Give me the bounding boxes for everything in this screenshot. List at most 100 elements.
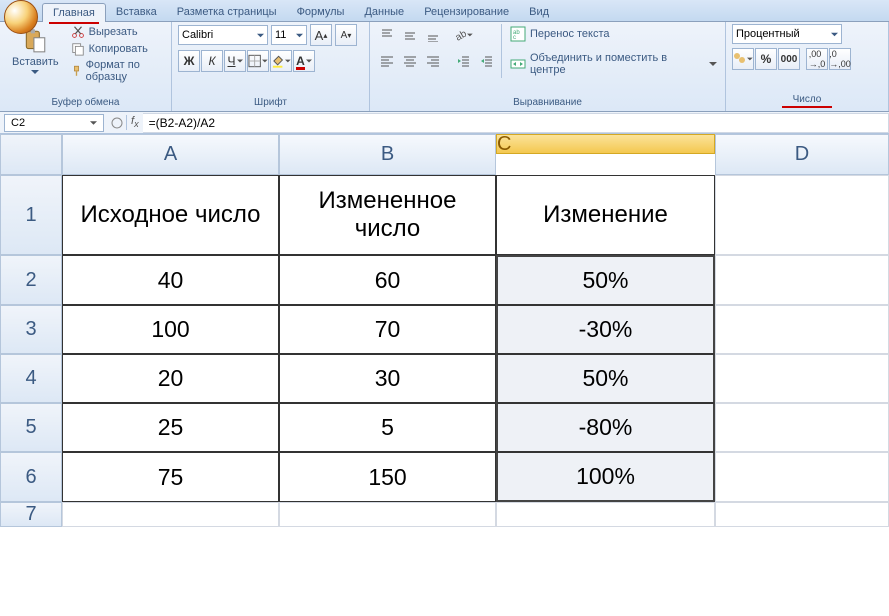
cell-c6[interactable]: 100%	[496, 452, 715, 502]
decrease-decimal-button[interactable]: ,0→,00	[829, 48, 851, 70]
align-center-icon	[403, 54, 417, 68]
cell-b6[interactable]: 150	[279, 452, 496, 502]
row-header-3[interactable]: 3	[0, 305, 62, 354]
currency-icon	[733, 52, 746, 66]
align-top-icon	[380, 28, 394, 42]
row-header-1[interactable]: 1	[0, 175, 62, 255]
tab-review[interactable]: Рецензирование	[414, 3, 519, 21]
formula-input[interactable]: =(B2-A2)/A2	[143, 113, 889, 133]
cell-d5[interactable]	[715, 403, 889, 452]
tab-home[interactable]: Главная	[42, 3, 106, 22]
border-icon	[248, 54, 261, 68]
percent-button[interactable]: %	[755, 48, 777, 70]
select-all-corner[interactable]	[0, 134, 62, 175]
chevron-down-icon	[747, 56, 753, 62]
font-color-button[interactable]: A	[293, 50, 315, 72]
font-name-select[interactable]: Calibri	[178, 25, 268, 45]
row-header-4[interactable]: 4	[0, 354, 62, 403]
align-left-icon	[380, 54, 394, 68]
wrap-text-button[interactable]: abc Перенос текста	[508, 24, 719, 44]
align-right-button[interactable]	[422, 50, 444, 72]
font-size-select[interactable]: 11	[271, 25, 307, 45]
cell-d2[interactable]	[715, 255, 889, 305]
indent-left-icon	[456, 54, 470, 68]
merge-center-button[interactable]: Объединить и поместить в центре	[508, 50, 719, 78]
cell-c7[interactable]	[496, 502, 715, 527]
bucket-icon	[271, 54, 284, 68]
copy-button[interactable]: Копировать	[69, 41, 165, 57]
cell-d7[interactable]	[715, 502, 889, 527]
currency-button[interactable]	[732, 48, 754, 70]
underline-button[interactable]: Ч	[224, 50, 246, 72]
cell-b1[interactable]: Измененное число	[279, 175, 496, 255]
borders-button[interactable]	[247, 50, 269, 72]
cell-d1[interactable]	[715, 175, 889, 255]
col-header-b[interactable]: B	[279, 134, 496, 175]
row-header-2[interactable]: 2	[0, 255, 62, 305]
italic-button[interactable]: К	[201, 50, 223, 72]
col-header-d[interactable]: D	[715, 134, 889, 175]
cell-b5[interactable]: 5	[279, 403, 496, 452]
bold-button[interactable]: Ж	[178, 50, 200, 72]
cell-d3[interactable]	[715, 305, 889, 354]
align-top-button[interactable]	[376, 24, 398, 46]
fill-color-button[interactable]	[270, 50, 292, 72]
align-left-button[interactable]	[376, 50, 398, 72]
tab-formulas[interactable]: Формулы	[287, 3, 355, 21]
cell-c2[interactable]: 50%	[496, 255, 715, 305]
shrink-font-button[interactable]: A▾	[335, 24, 357, 46]
number-format-select[interactable]: Процентный	[732, 24, 842, 44]
cell-b7[interactable]	[279, 502, 496, 527]
wrap-icon: abc	[510, 26, 526, 42]
col-header-a[interactable]: A	[62, 134, 279, 175]
cell-c5[interactable]: -80%	[496, 403, 715, 452]
fx-label[interactable]: fx	[126, 115, 143, 129]
cell-b4[interactable]: 30	[279, 354, 496, 403]
cell-a7[interactable]	[62, 502, 279, 527]
cell-c1[interactable]: Изменение	[496, 175, 715, 255]
comma-button[interactable]: 000	[778, 48, 800, 70]
increase-decimal-button[interactable]: ,00→,0	[806, 48, 828, 70]
merge-icon	[510, 56, 526, 72]
cell-a1[interactable]: Исходное число	[62, 175, 279, 255]
tab-data[interactable]: Данные	[354, 3, 414, 21]
chevron-down-icon	[709, 62, 717, 66]
align-middle-button[interactable]	[399, 24, 421, 46]
align-middle-icon	[403, 28, 417, 42]
row-header-5[interactable]: 5	[0, 403, 62, 452]
svg-text:ab: ab	[454, 28, 467, 42]
cell-d4[interactable]	[715, 354, 889, 403]
cell-c3[interactable]: -30%	[496, 305, 715, 354]
cell-b2[interactable]: 60	[279, 255, 496, 305]
tab-page-layout[interactable]: Разметка страницы	[167, 3, 287, 21]
row-header-6[interactable]: 6	[0, 452, 62, 502]
decrease-indent-button[interactable]	[452, 50, 474, 72]
fx-cancel[interactable]	[108, 114, 126, 132]
office-button[interactable]	[4, 0, 38, 34]
cell-a2[interactable]: 40	[62, 255, 279, 305]
align-right-icon	[426, 54, 440, 68]
brush-icon	[71, 64, 82, 78]
increase-indent-button[interactable]	[475, 50, 497, 72]
col-header-c[interactable]: C	[496, 134, 715, 154]
cell-a3[interactable]: 100	[62, 305, 279, 354]
tab-insert[interactable]: Вставка	[106, 3, 167, 21]
cell-a4[interactable]: 20	[62, 354, 279, 403]
grow-font-button[interactable]: A▴	[310, 24, 332, 46]
format-painter-button[interactable]: Формат по образцу	[69, 58, 165, 84]
cell-b3[interactable]: 70	[279, 305, 496, 354]
orientation-button[interactable]: ab	[452, 24, 474, 46]
name-box[interactable]: C2	[4, 114, 104, 132]
cell-d6[interactable]	[715, 452, 889, 502]
row-header-7[interactable]: 7	[0, 502, 62, 527]
chevron-down-icon	[831, 31, 838, 38]
tab-view[interactable]: Вид	[519, 3, 559, 21]
cell-a5[interactable]: 25	[62, 403, 279, 452]
cell-c4[interactable]: 50%	[496, 354, 715, 403]
cell-a6[interactable]: 75	[62, 452, 279, 502]
cut-button[interactable]: Вырезать	[69, 24, 165, 40]
chevron-down-icon	[262, 58, 268, 64]
chevron-down-icon	[285, 58, 291, 64]
align-bottom-button[interactable]	[422, 24, 444, 46]
align-center-button[interactable]	[399, 50, 421, 72]
